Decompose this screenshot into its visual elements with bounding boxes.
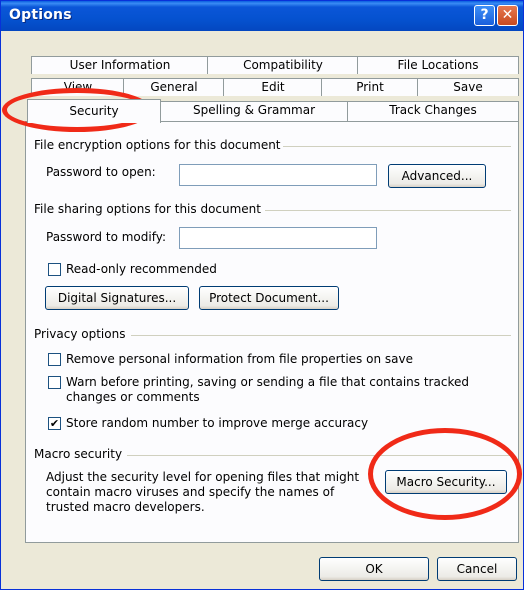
active-tab-joiner [28,121,160,123]
password-modify-label: Password to modify: [46,230,166,244]
encryption-group-label: File encryption options for this documen… [34,138,281,152]
tab-save[interactable]: Save [417,78,519,96]
privacy-group-label: Privacy options [34,327,126,341]
macro-desc-line3: trusted macro developers. [46,500,205,514]
tab-print[interactable]: Print [321,78,419,96]
tab-compatibility[interactable]: Compatibility [207,56,359,74]
dialog-title: Options [9,7,72,23]
group-divider [265,210,511,211]
title-bar[interactable]: Options ? ✕ [1,1,523,31]
tab-general[interactable]: General [123,78,225,96]
macro-group-label: Macro security [34,447,123,461]
store-random-label: Store random number to improve merge acc… [66,416,369,430]
tab-file-locations[interactable]: File Locations [357,56,519,74]
advanced-button[interactable]: Advanced... [388,164,486,188]
password-open-label: Password to open: [46,165,156,179]
store-random-checkbox[interactable]: ✔ [48,417,61,430]
tab-edit[interactable]: Edit [223,78,323,96]
protect-document-button[interactable]: Protect Document... [199,286,339,310]
group-divider [283,146,511,147]
warn-tracked-label-line1: Warn before printing, saving or sending … [66,375,469,389]
macro-desc-line2: contain macro viruses and specify the na… [46,485,335,499]
close-button[interactable]: ✕ [497,5,518,26]
tab-security[interactable]: Security [27,99,161,123]
password-modify-field[interactable] [179,227,377,249]
tab-spelling-grammar[interactable]: Spelling & Grammar [159,101,349,122]
help-button[interactable]: ? [474,5,495,26]
macro-desc-line1: Adjust the security level for opening fi… [46,470,360,484]
remove-personal-checkbox[interactable] [48,353,61,366]
tab-track-changes[interactable]: Track Changes [347,101,519,122]
tab-user-information[interactable]: User Information [31,56,209,74]
readonly-label: Read-only recommended [66,262,217,276]
annotation-ring-macro-button [368,428,522,520]
warn-tracked-label-line2: changes or comments [66,390,200,404]
readonly-checkbox[interactable] [48,263,61,276]
cancel-button[interactable]: Cancel [437,557,517,581]
group-divider [131,335,511,336]
ok-button[interactable]: OK [319,557,429,581]
remove-personal-label: Remove personal information from file pr… [66,352,413,366]
sharing-group-label: File sharing options for this document [34,202,261,216]
password-open-field[interactable] [179,164,377,186]
digital-signatures-button[interactable]: Digital Signatures... [45,286,189,310]
warn-tracked-checkbox[interactable] [48,376,61,389]
